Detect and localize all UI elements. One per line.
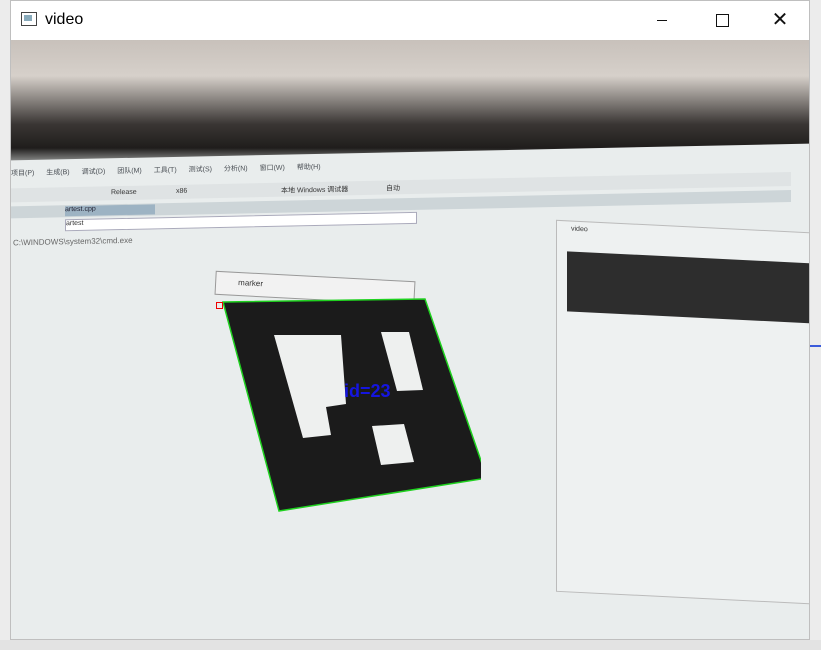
captured-platform: x86 xyxy=(176,187,188,195)
captured-menu-item: 分析(N) xyxy=(223,165,248,173)
captured-run-label: 本地 Windows 调试器 xyxy=(281,186,349,195)
marker-id-label: id=23 xyxy=(344,381,391,401)
captured-menu-item: 团队(M) xyxy=(117,167,142,176)
marker-outline xyxy=(222,298,481,512)
close-button[interactable]: ✕ xyxy=(751,1,809,39)
captured-menu-item: 项目(P) xyxy=(11,169,35,178)
maximize-button[interactable] xyxy=(693,1,751,39)
captured-console-path: C:\WINDOWS\system32\cmd.exe xyxy=(13,235,133,248)
title-bar[interactable]: video ✕ xyxy=(11,1,809,40)
captured-menu-item: 窗口(W) xyxy=(259,164,285,173)
captured-nested-content xyxy=(567,251,809,324)
marker-corner-indicator xyxy=(216,302,223,309)
captured-tab: artest.cpp xyxy=(65,204,155,217)
captured-config: Release xyxy=(111,188,137,197)
window-title: video xyxy=(45,11,84,28)
close-icon: ✕ xyxy=(771,9,789,31)
captured-menu-item: 工具(T) xyxy=(153,166,177,175)
captured-menu-item: 生成(B) xyxy=(46,169,70,177)
minimize-icon xyxy=(657,19,667,21)
captured-menu-item: 帮助(H) xyxy=(296,163,321,172)
app-window-icon xyxy=(21,12,37,26)
desktop-background xyxy=(0,640,821,650)
edge-indicator xyxy=(810,345,821,347)
maximize-icon xyxy=(715,13,729,27)
captured-nested-title: video xyxy=(571,225,588,234)
captured-zoom: 自动 xyxy=(386,185,400,193)
video-frame: 项目(P) 生成(B) 调试(D) 团队(M) 工具(T) 测试(S) 分析(N… xyxy=(11,40,809,639)
aruco-marker-graphic xyxy=(222,298,481,512)
captured-menu-item: 测试(S) xyxy=(188,166,212,174)
video-window: video ✕ 项目(P) 生成(B) 调试(D) 团队(M) 工具(T) 测试… xyxy=(10,0,810,640)
minimize-button[interactable] xyxy=(633,1,691,39)
captured-nested-video-window: video xyxy=(556,219,809,605)
captured-menu-item: 调试(D) xyxy=(81,168,106,176)
captured-marker-title: marker xyxy=(237,277,264,289)
